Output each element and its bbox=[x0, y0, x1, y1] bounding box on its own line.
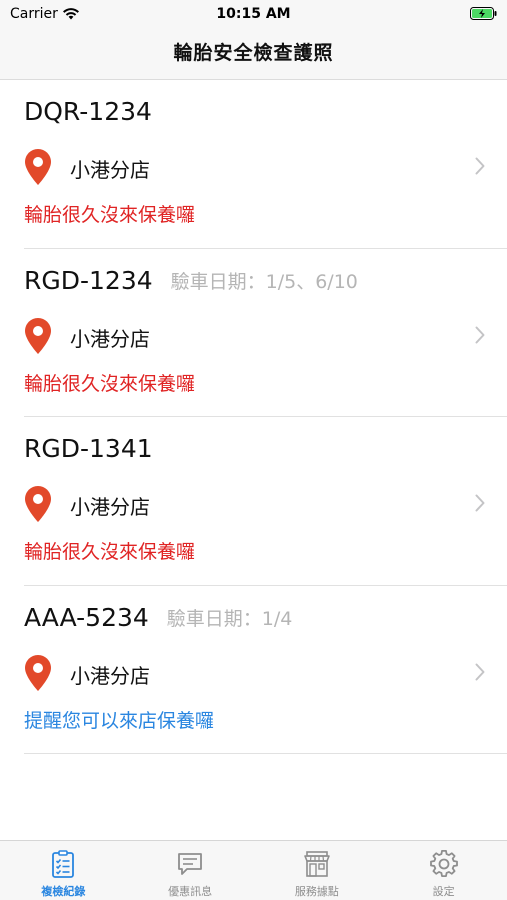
tab-label: 優惠訊息 bbox=[168, 885, 213, 898]
tab-label: 服務據點 bbox=[294, 885, 339, 898]
plate-row: RGD-1234 驗車日期：1/5、6/10 bbox=[24, 266, 358, 296]
store-row[interactable]: 小港分店 bbox=[24, 148, 507, 188]
store-name: 小港分店 bbox=[70, 495, 150, 519]
chevron-right-icon bbox=[475, 157, 485, 175]
plate-row: AAA-5234 驗車日期：1/4 bbox=[24, 603, 292, 633]
tab-settings[interactable]: 設定 bbox=[380, 841, 507, 900]
maintenance-reminder: 提醒您可以來店保養囉 bbox=[24, 709, 215, 732]
battery-charging-icon bbox=[470, 7, 498, 24]
location-pin-icon bbox=[25, 486, 51, 522]
location-pin-icon bbox=[25, 654, 51, 691]
page-title: 輪胎安全檢查護照 bbox=[173, 42, 334, 64]
tab-bar: 複檢紀錄 優惠訊息 服務據點 設定 bbox=[0, 840, 507, 900]
status-bar: Carrier 10:15 AM bbox=[0, 0, 507, 28]
store-row[interactable]: 小港分店 bbox=[24, 485, 507, 525]
store-row[interactable]: 小港分店 bbox=[24, 317, 507, 357]
chevron-right-icon bbox=[475, 326, 485, 343]
tab-label: 複檢紀錄 bbox=[41, 885, 86, 898]
tab-label: 設定 bbox=[432, 885, 455, 898]
maintenance-reminder: 輪胎很久沒來保養囉 bbox=[24, 372, 196, 395]
message-icon bbox=[178, 853, 203, 875]
vehicle-card[interactable]: RGD-1234 驗車日期：1/5、6/10 小港分店 輪胎很久沒來保養囉 bbox=[24, 249, 507, 417]
store-name: 小港分店 bbox=[70, 326, 150, 351]
inspection-date: 驗車日期：1/4 bbox=[166, 607, 293, 630]
chevron-right-icon bbox=[475, 663, 485, 680]
license-plate: RGD-1234 bbox=[24, 265, 153, 295]
license-plate: DQR-1234 bbox=[24, 97, 152, 126]
license-plate: AAA-5234 bbox=[24, 602, 149, 632]
vehicle-card[interactable]: DQR-1234 小港分店 輪胎很久沒來保養囉 bbox=[24, 80, 507, 249]
maintenance-reminder: 輪胎很久沒來保養囉 bbox=[24, 204, 196, 226]
tab-promotions[interactable]: 優惠訊息 bbox=[127, 841, 254, 900]
inspection-date: 驗車日期：1/5、6/10 bbox=[170, 270, 358, 293]
store-name: 小港分店 bbox=[70, 663, 150, 688]
app-screen: Carrier 10:15 AM 輪胎安全檢查護照 DQR-1234 小港分店 … bbox=[0, 0, 507, 900]
location-pin-icon bbox=[25, 149, 51, 185]
vehicle-card[interactable]: AAA-5234 驗車日期：1/4 小港分店 提醒您可以來店保養囉 bbox=[24, 586, 507, 754]
navigation-bar: 輪胎安全檢查護照 bbox=[0, 28, 507, 80]
maintenance-reminder: 輪胎很久沒來保養囉 bbox=[24, 541, 196, 563]
status-time: 10:15 AM bbox=[216, 6, 291, 22]
gear-icon bbox=[429, 850, 458, 878]
store-icon bbox=[304, 851, 330, 877]
store-name: 小港分店 bbox=[70, 158, 150, 182]
vehicle-card[interactable]: RGD-1341 小港分店 輪胎很久沒來保養囉 bbox=[24, 417, 507, 586]
vehicle-list: DQR-1234 小港分店 輪胎很久沒來保養囉 RGD-1234 驗車日期：1/5… bbox=[0, 80, 507, 754]
license-plate: RGD-1341 bbox=[24, 434, 153, 463]
location-pin-icon bbox=[25, 317, 51, 354]
chevron-right-icon bbox=[475, 494, 485, 512]
tab-service-locations[interactable]: 服務據點 bbox=[254, 841, 381, 900]
store-row[interactable]: 小港分店 bbox=[24, 654, 507, 694]
checklist-icon bbox=[52, 850, 75, 878]
plate-row: DQR-1234 bbox=[24, 97, 170, 127]
plate-row: RGD-1341 bbox=[24, 434, 171, 464]
tab-inspection-records[interactable]: 複檢紀錄 bbox=[0, 841, 127, 900]
